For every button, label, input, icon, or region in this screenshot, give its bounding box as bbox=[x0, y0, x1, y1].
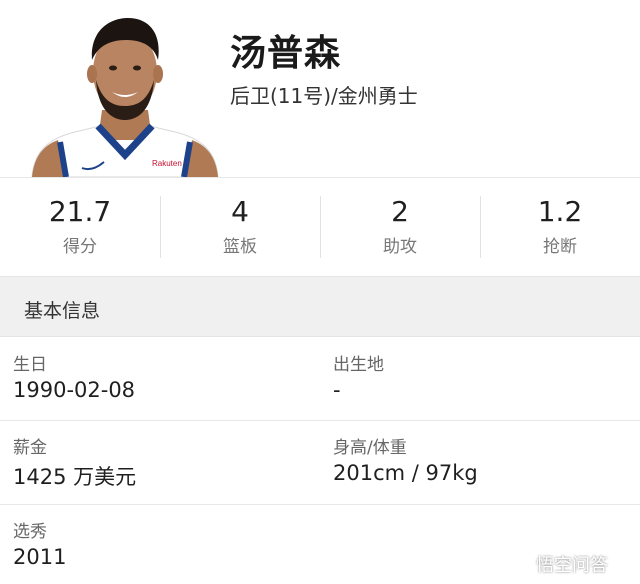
watermark-text: 悟空问答 bbox=[536, 555, 608, 576]
info-label: 生日 bbox=[13, 355, 47, 375]
section-title: 基本信息 bbox=[24, 300, 101, 322]
basic-info-section-header: 基本信息 bbox=[0, 276, 640, 337]
info-height-weight: 身高/体重 201cm / 97kg bbox=[333, 421, 640, 504]
stat-label: 抢断 bbox=[543, 237, 577, 257]
info-label: 出生地 bbox=[333, 355, 384, 375]
chat-bubble-icon bbox=[513, 555, 531, 573]
stat-steals: 1.2 抢断 bbox=[480, 178, 640, 275]
stat-value: 4 bbox=[231, 195, 249, 228]
info-value: - bbox=[333, 378, 341, 402]
stat-label: 助攻 bbox=[383, 237, 417, 257]
info-value: 2011 bbox=[13, 545, 67, 569]
info-row-birth: 生日 1990-02-08 出生地 - bbox=[0, 338, 640, 421]
stats-bar: 21.7 得分 4 篮板 2 助攻 1.2 抢断 bbox=[0, 177, 640, 275]
info-row-salary: 薪金 1425 万美元 身高/体重 201cm / 97kg bbox=[0, 421, 640, 505]
info-value: 1990-02-08 bbox=[13, 378, 136, 402]
info-label: 选秀 bbox=[13, 522, 47, 542]
stat-label: 得分 bbox=[63, 237, 97, 257]
watermark: 悟空问答 bbox=[512, 552, 608, 576]
info-birthplace: 出生地 - bbox=[333, 338, 640, 420]
info-draft: 选秀 2011 bbox=[13, 505, 333, 584]
stat-rebounds: 4 篮板 bbox=[160, 178, 320, 275]
stat-points: 21.7 得分 bbox=[0, 178, 160, 275]
stat-value: 2 bbox=[391, 195, 409, 228]
info-salary: 薪金 1425 万美元 bbox=[13, 421, 333, 504]
jersey-sponsor-text: Rakuten bbox=[152, 159, 182, 168]
stat-assists: 2 助攻 bbox=[320, 178, 480, 275]
stat-value: 21.7 bbox=[48, 195, 112, 228]
stat-label: 篮板 bbox=[223, 237, 257, 257]
stat-value: 1.2 bbox=[537, 195, 583, 228]
player-header: Rakuten 汤普森 后卫(11号)/金州勇士 bbox=[0, 0, 640, 177]
info-label: 薪金 bbox=[13, 438, 47, 458]
player-name: 汤普森 bbox=[230, 33, 342, 74]
info-birthday: 生日 1990-02-08 bbox=[13, 338, 333, 420]
info-value: 201cm / 97kg bbox=[333, 461, 478, 485]
info-value: 1425 万美元 bbox=[13, 465, 137, 489]
player-portrait-illustration: Rakuten bbox=[31, 18, 219, 177]
info-label: 身高/体重 bbox=[333, 438, 407, 458]
player-position-team: 后卫(11号)/金州勇士 bbox=[230, 84, 418, 108]
player-photo: Rakuten bbox=[30, 10, 220, 177]
